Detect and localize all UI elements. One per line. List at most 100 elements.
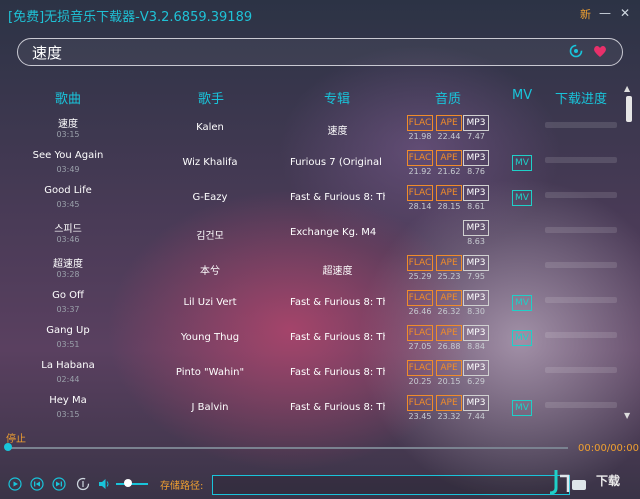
scrollbar[interactable]: ▲ ▼: [624, 84, 634, 420]
close-button[interactable]: ✕: [618, 6, 632, 20]
search-bar: [17, 38, 623, 66]
artist-name[interactable]: Lil Uzi Vert: [150, 297, 270, 308]
mp3-quality-button[interactable]: MP3: [463, 360, 489, 376]
mp3-quality-button[interactable]: MP3: [463, 255, 489, 271]
column-header-quality[interactable]: 音质: [435, 88, 461, 107]
table-row[interactable]: Gang Up 03:51 Young Thug Fast & Furious 8: …: [0, 322, 620, 357]
column-header-mv[interactable]: MV: [512, 88, 532, 103]
mp3-file-size: 8.63: [467, 237, 485, 246]
artist-name[interactable]: Wiz Khalifa: [150, 157, 270, 168]
flac-quality-button[interactable]: FLAC: [407, 150, 433, 166]
table-row[interactable]: 速度 03:15 Kalen 速度 FLAC 21.98 APE 22.44 MP3 7.47: [0, 112, 620, 147]
artist-name[interactable]: Young Thug: [150, 332, 270, 343]
table-row[interactable]: See You Again 03:49 Wiz Khalifa Furious 7 (…: [0, 147, 620, 182]
volume-icon[interactable]: [97, 477, 111, 491]
artist-name[interactable]: G-Eazy: [150, 192, 270, 203]
flac-quality-button[interactable]: FLAC: [407, 395, 433, 411]
play-mode-icon[interactable]: [76, 477, 90, 491]
mp3-quality-button[interactable]: MP3: [463, 395, 489, 411]
table-row[interactable]: La Habana 02:44 Pinto "Wahin" Fast & Furiou…: [0, 357, 620, 392]
download-progress-bar: [545, 332, 617, 338]
album-name[interactable]: Fast & Furious 8: The Album: [290, 192, 385, 203]
ape-quality-button[interactable]: APE: [436, 150, 462, 166]
album-name[interactable]: Fast & Furious 8: The Album: [290, 297, 385, 308]
ape-file-size: 23.32: [437, 412, 461, 421]
new-version-badge[interactable]: 新: [580, 6, 591, 22]
title-bar: [免费]无损音乐下载器-V3.2.6859.39189 新 — ✕: [0, 0, 640, 30]
mv-button[interactable]: MV: [512, 400, 532, 416]
flac-quality-button[interactable]: FLAC: [407, 255, 433, 271]
song-title: 스피드: [54, 224, 82, 235]
table-row[interactable]: Good Life 03:45 G-Eazy Fast & Furious 8: Th…: [0, 182, 620, 217]
song-duration: 03:45: [56, 200, 80, 209]
ape-quality-button[interactable]: APE: [436, 290, 462, 306]
ape-quality-button[interactable]: APE: [436, 325, 462, 341]
table-row[interactable]: 스피드 03:46 김건모 Exchange Kg. M4 MP3 8.63: [0, 217, 620, 252]
table-row[interactable]: Go Off 03:37 Lil Uzi Vert Fast & Furious 8:…: [0, 287, 620, 322]
volume-slider[interactable]: [116, 483, 148, 485]
ape-quality-button[interactable]: APE: [436, 255, 462, 271]
ape-file-size: 20.15: [437, 377, 461, 386]
song-title: 超速度: [53, 259, 83, 270]
flac-file-size: 26.46: [408, 307, 432, 316]
column-header-album[interactable]: 专辑: [324, 88, 350, 107]
album-name[interactable]: Fast & Furious 8: The Album: [290, 402, 385, 413]
next-track-icon[interactable]: [52, 477, 66, 491]
ape-quality-button[interactable]: APE: [436, 395, 462, 411]
song-duration: 03:15: [56, 130, 80, 139]
flac-quality-button[interactable]: FLAC: [407, 290, 433, 306]
mp3-quality-button[interactable]: MP3: [463, 115, 489, 131]
scroll-thumb[interactable]: [626, 96, 632, 122]
minimize-button[interactable]: —: [598, 6, 612, 20]
seek-handle[interactable]: [4, 443, 12, 451]
ape-quality-button[interactable]: APE: [436, 185, 462, 201]
artist-name[interactable]: Pinto "Wahin": [150, 367, 270, 378]
download-progress-bar: [545, 157, 617, 163]
artist-name[interactable]: 本兮: [150, 262, 270, 277]
flac-quality-button[interactable]: FLAC: [407, 360, 433, 376]
scroll-down-arrow-icon[interactable]: ▼: [624, 411, 630, 420]
artist-name[interactable]: J Balvin: [150, 402, 270, 413]
mv-button[interactable]: MV: [512, 155, 532, 171]
song-title: Go Off: [52, 290, 84, 301]
album-name[interactable]: Furious 7 (Original Motion Picture Sound…: [290, 157, 385, 168]
song-duration: 03:28: [56, 270, 80, 279]
mp3-quality-button[interactable]: MP3: [463, 325, 489, 341]
album-name[interactable]: Exchange Kg. M4: [290, 227, 385, 238]
mp3-quality-button[interactable]: MP3: [463, 150, 489, 166]
album-name[interactable]: Fast & Furious 8: The Album: [290, 367, 385, 378]
table-row[interactable]: 超速度 03:28 本兮 超速度 FLAC 25.29 APE 25.23 MP3 7.95: [0, 252, 620, 287]
table-row[interactable]: Hey Ma 03:15 J Balvin Fast & Furious 8: The…: [0, 392, 620, 427]
album-name[interactable]: 超速度: [290, 262, 385, 277]
ape-file-size: 21.62: [437, 167, 461, 176]
flac-quality-button[interactable]: FLAC: [407, 115, 433, 131]
download-progress-bar: [545, 297, 617, 303]
scroll-up-arrow-icon[interactable]: ▲: [624, 84, 630, 93]
flac-quality-button[interactable]: FLAC: [407, 325, 433, 341]
artist-name[interactable]: Kalen: [150, 122, 270, 133]
album-name[interactable]: Fast & Furious 8: The Album: [290, 332, 385, 343]
ape-file-size: 25.23: [437, 272, 461, 281]
mp3-quality-button[interactable]: MP3: [463, 220, 489, 236]
column-header-download-progress[interactable]: 下载进度: [555, 88, 607, 107]
mv-button[interactable]: MV: [512, 295, 532, 311]
favorite-heart-icon[interactable]: [592, 44, 608, 58]
mp3-quality-button[interactable]: MP3: [463, 185, 489, 201]
play-icon[interactable]: [8, 477, 22, 491]
previous-track-icon[interactable]: [30, 477, 44, 491]
mv-button[interactable]: MV: [512, 190, 532, 206]
save-path-input[interactable]: [212, 475, 570, 495]
search-input[interactable]: [32, 42, 552, 62]
search-icon[interactable]: [569, 44, 583, 58]
seek-bar[interactable]: [8, 447, 568, 449]
album-name[interactable]: 速度: [290, 122, 385, 137]
ape-quality-button[interactable]: APE: [436, 360, 462, 376]
mp3-quality-button[interactable]: MP3: [463, 290, 489, 306]
ape-quality-button[interactable]: APE: [436, 115, 462, 131]
artist-name[interactable]: 김건모: [150, 227, 270, 242]
column-header-song[interactable]: 歌曲: [55, 88, 81, 107]
column-header-artist[interactable]: 歌手: [198, 88, 224, 107]
mv-button[interactable]: MV: [512, 330, 532, 346]
flac-quality-button[interactable]: FLAC: [407, 185, 433, 201]
volume-slider-handle[interactable]: [124, 479, 132, 487]
